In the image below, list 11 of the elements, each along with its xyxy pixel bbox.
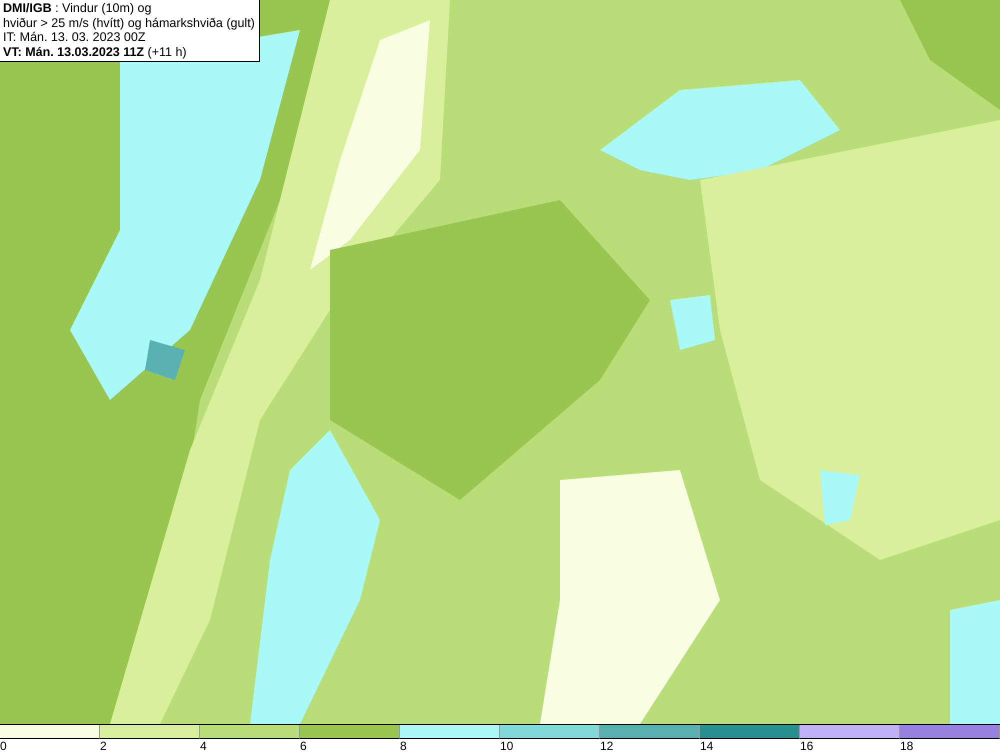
- legend-tick-label: 2: [100, 739, 107, 753]
- legend-tick-label: 12: [600, 739, 614, 753]
- legend-tick-label: 6: [300, 739, 307, 753]
- legend-tick-label: 10: [500, 739, 514, 753]
- legend-tick-label: 8: [400, 739, 407, 753]
- legend-tick-label: 4: [200, 739, 207, 753]
- title-box: DMI/IGB : Vindur (10m) og hviður > 25 m/s (hvítt) og hámarkshviða (gult) IT: Mán. 13. 03. 2023 00Z VT: Mán. 13.03.2023 11Z (+11 h): [0, 0, 260, 62]
- legend-tick-label: 0: [0, 739, 7, 753]
- legend-tick-label: 16: [800, 739, 814, 753]
- legend-tick-label: 14: [700, 739, 714, 753]
- legend-tick-label: 18: [900, 739, 914, 753]
